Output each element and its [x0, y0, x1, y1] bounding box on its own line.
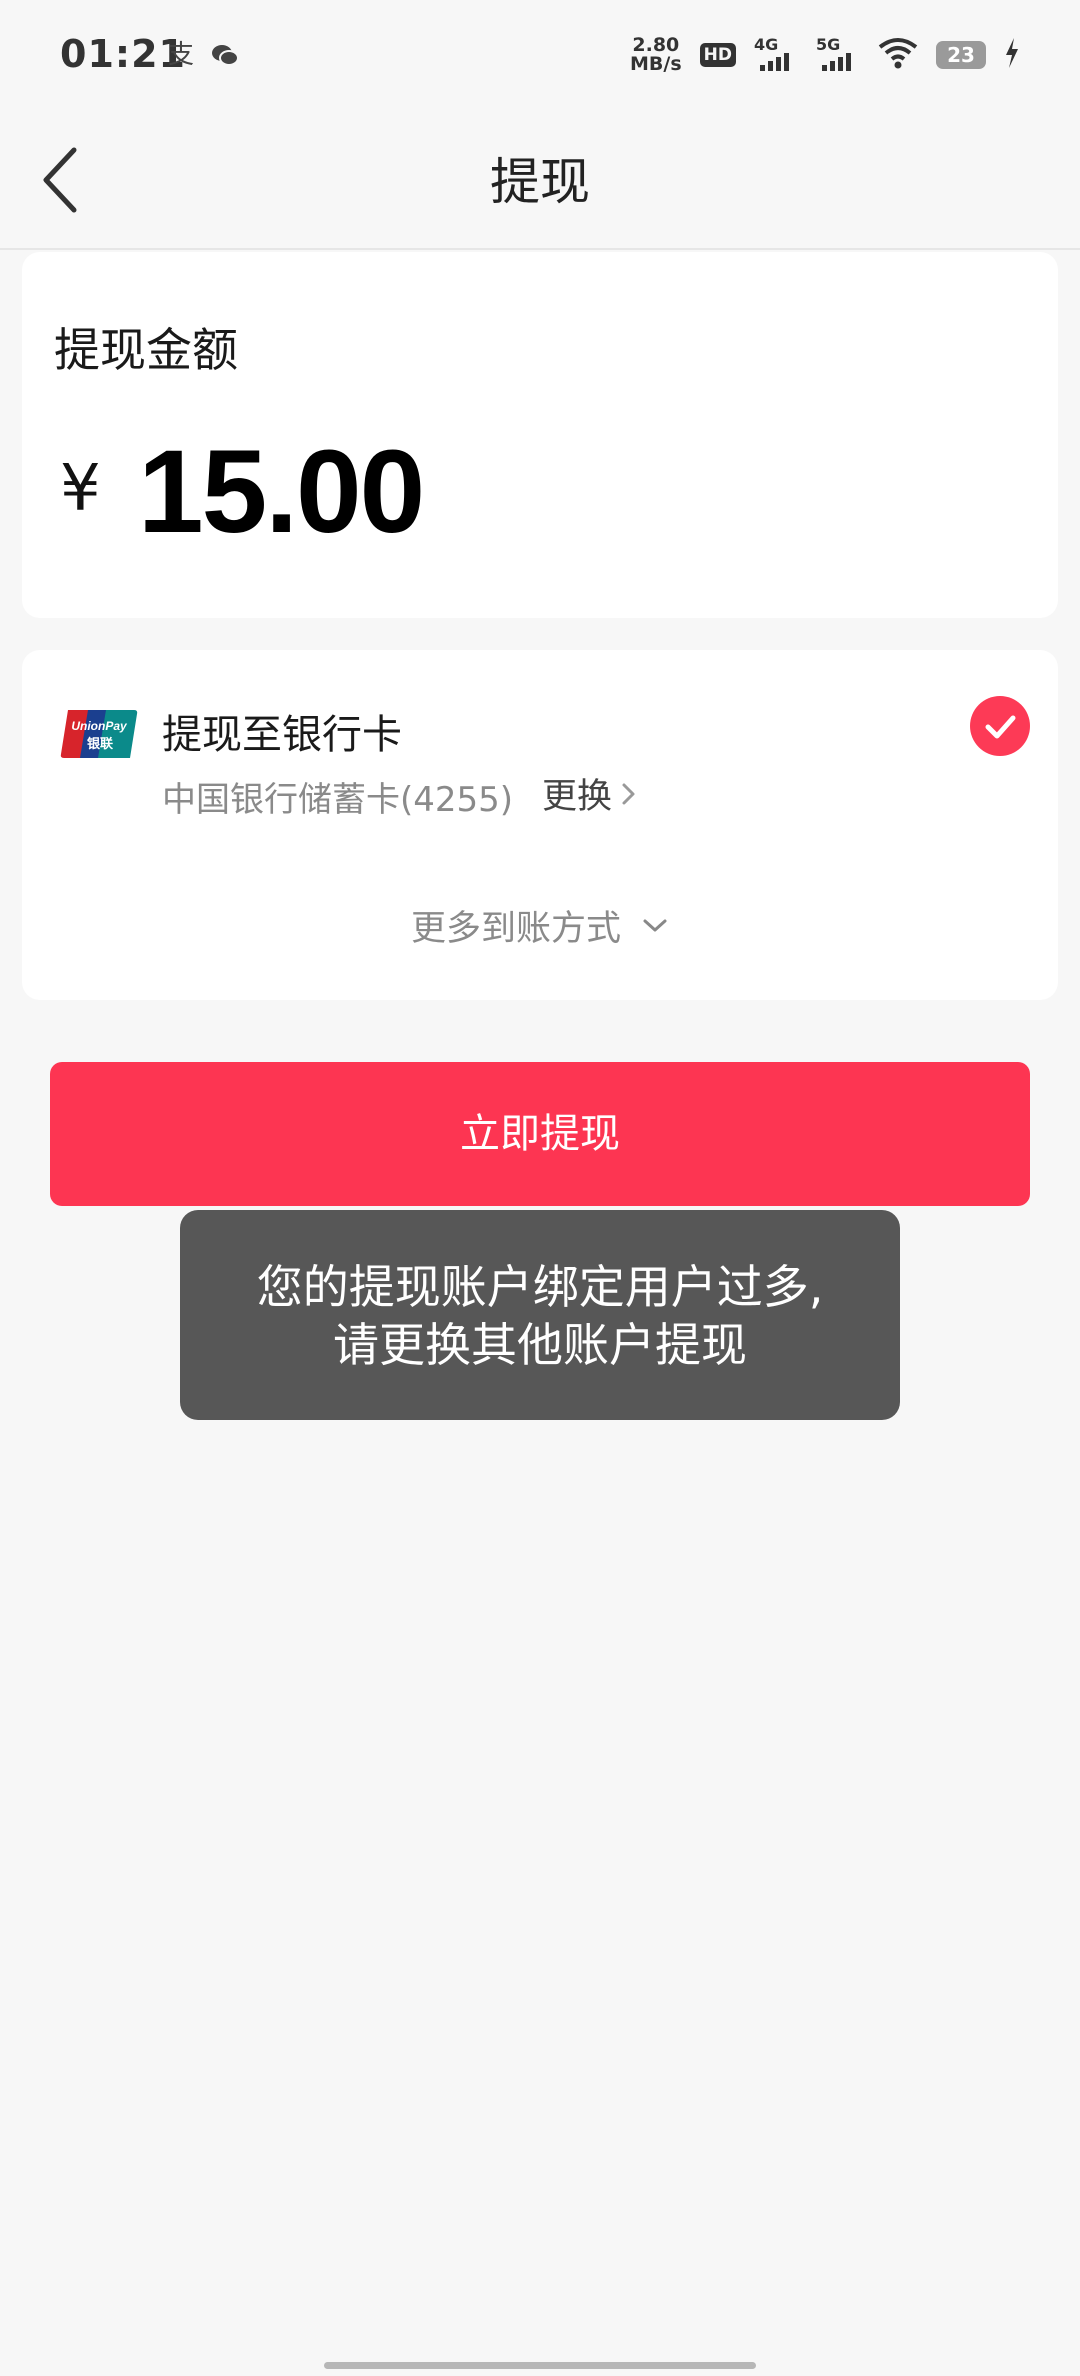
- amount-value: 15.00: [138, 426, 425, 558]
- wechat-icon: [210, 40, 240, 70]
- charging-icon: [1004, 38, 1020, 72]
- network-5g-label: 5G: [816, 35, 841, 54]
- svg-text:银联: 银联: [87, 736, 113, 752]
- signal-5g-icon: 5G: [816, 35, 860, 75]
- net-speed: 2.80 MB/s: [630, 36, 682, 74]
- withdraw-now-button[interactable]: 立即提现: [50, 1062, 1030, 1206]
- more-methods-label: 更多到账方式: [410, 909, 621, 949]
- more-methods-toggle[interactable]: 更多到账方式: [22, 900, 1058, 951]
- toast-line-2: 请更换其他账户提现: [333, 1318, 747, 1372]
- signal-bars: [822, 53, 851, 71]
- change-card-label: 更换: [542, 777, 613, 817]
- network-4g-label: 4G: [754, 35, 779, 54]
- home-indicator[interactable]: [324, 2362, 756, 2369]
- error-toast: 您的提现账户绑定用户过多, 请更换其他账户提现: [180, 1210, 900, 1420]
- hd-icon: HD: [699, 43, 736, 67]
- wifi-icon: [878, 37, 918, 73]
- net-speed-unit: MB/s: [630, 53, 682, 75]
- status-bar: 01:21 支 2.80 MB/s HD 4G 5G 23: [0, 0, 1080, 110]
- amount-card: 提现金额 ¥ 15.00: [22, 252, 1058, 618]
- selected-checkmark-icon[interactable]: [970, 696, 1030, 756]
- chevron-right-icon: [622, 783, 635, 804]
- change-card-button[interactable]: 更换: [542, 768, 638, 819]
- battery-icon: 23: [936, 41, 986, 69]
- unionpay-logo-icon: UnionPay 银联: [60, 708, 138, 760]
- toast-line-1: 您的提现账户绑定用户过多,: [256, 1260, 824, 1314]
- page-title: 提现: [490, 153, 590, 211]
- signal-bars: [760, 53, 789, 71]
- nav-bar: 提现: [0, 110, 1080, 250]
- status-indicators: 2.80 MB/s HD 4G 5G 23: [630, 30, 1020, 80]
- chevron-down-icon: [643, 919, 667, 931]
- amount-label: 提现金额: [54, 323, 238, 377]
- alipay-icon: 支: [167, 40, 194, 70]
- withdraw-method-card: UnionPay 银联 提现至银行卡 中国银行储蓄卡(4255) 更换 更多到账…: [22, 650, 1058, 1000]
- currency-symbol: ¥: [60, 452, 101, 526]
- signal-4g-icon: 4G: [754, 35, 798, 75]
- method-title: 提现至银行卡: [162, 712, 402, 758]
- bank-card-name: 中国银行储蓄卡(4255): [162, 780, 514, 820]
- svg-text:UnionPay: UnionPay: [71, 719, 128, 733]
